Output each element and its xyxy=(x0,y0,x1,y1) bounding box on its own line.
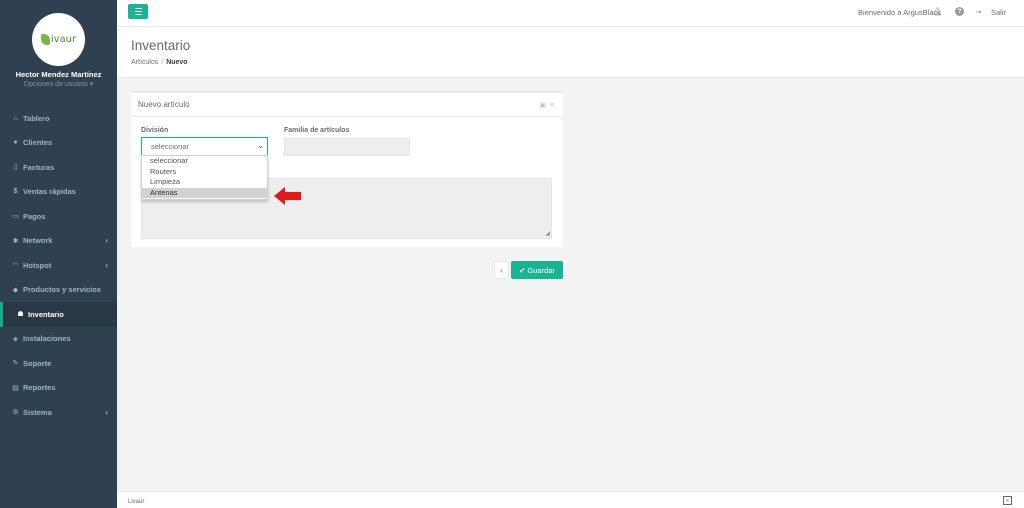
sidebar-item-label: Pagos xyxy=(23,211,46,221)
save-button-label: Guardar xyxy=(527,265,555,275)
chevron-left-icon: ‹ xyxy=(105,236,108,246)
family-label: Familia de artículos xyxy=(284,127,350,134)
sidebar-item-label: Network xyxy=(23,236,53,246)
sidebar-item-soporte[interactable]: ✎ Soporte xyxy=(0,351,117,376)
sidebar-item-label: Reportes xyxy=(23,383,56,393)
user-name: Hector Mendez Martínez xyxy=(15,70,102,79)
sidebar-item-label: Facturas xyxy=(23,162,55,172)
cogs-icon: ⚙ xyxy=(12,409,19,417)
sidebar-item-clientes[interactable]: ● Clientes xyxy=(0,131,117,156)
user-options-dropdown[interactable]: Opciones de usuario ▾ xyxy=(0,80,117,88)
wifi-icon: ◠ xyxy=(12,262,19,270)
help-icon[interactable]: ? xyxy=(955,7,964,16)
panel-header: Nuevo artículo ▣ ✕ xyxy=(131,93,563,117)
back-button[interactable]: ‹ xyxy=(494,261,509,279)
sidebar-item-reportes[interactable]: ▤ Reportes xyxy=(0,376,117,401)
menu-toggle-button[interactable] xyxy=(128,4,148,19)
sidebar-item-label: Tablero xyxy=(23,113,50,123)
sidebar-item-tablero[interactable]: ⌂ Tablero xyxy=(0,106,117,131)
dropdown-option[interactable]: Routers xyxy=(142,167,267,178)
breadcrumb: Artículos / Nuevo xyxy=(131,59,188,66)
red-arrow-annotation xyxy=(274,187,301,205)
brand-logo: ivaur xyxy=(40,34,77,45)
sidebar-item-facturas[interactable]: ▯ Facturas xyxy=(0,155,117,180)
leaf-icon xyxy=(40,34,50,45)
division-select[interactable]: seleccionar ⌄ xyxy=(141,137,268,156)
bell-icon[interactable]: 🔔︎ xyxy=(932,7,942,16)
top-navbar: Bienvenido a ArgusBlack 🔔︎ ? ⇥ Salir xyxy=(117,0,1024,27)
sidebar-item-inventario[interactable]: ☗ Inventario xyxy=(0,302,117,327)
dropdown-option-highlighted[interactable]: Antenas xyxy=(142,187,267,198)
hamburger-icon xyxy=(134,8,142,10)
close-icon[interactable]: ✕ xyxy=(549,101,555,109)
sidebar-item-network[interactable]: ✱ Network ‹ xyxy=(0,229,117,254)
sidebar-item-label: Inventario xyxy=(28,309,64,319)
sign-out-icon[interactable]: ⇥ xyxy=(974,7,983,16)
sidebar: ivaur Hector Mendez Martínez Opciones de… xyxy=(0,0,117,508)
footer: Livaur ≡ xyxy=(117,491,1024,508)
panel-title: Nuevo artículo xyxy=(138,100,190,109)
logout-link[interactable]: Salir xyxy=(991,8,1006,17)
sidebar-item-sistema[interactable]: ⚙ Sistema ‹ xyxy=(0,400,117,425)
dropdown-option[interactable]: seleccionar xyxy=(142,156,267,167)
panel-tools: ▣ ✕ xyxy=(540,101,556,109)
book-icon: ▤ xyxy=(12,384,19,392)
chevron-left-icon: ‹ xyxy=(105,407,108,417)
profile: ivaur Hector Mendez Martínez Opciones de… xyxy=(0,0,117,103)
tags-icon: ◆ xyxy=(12,286,19,294)
network-icon: ✱ xyxy=(12,237,19,245)
sidebar-item-ventas-rapidas[interactable]: $ Ventas rápidas xyxy=(0,180,117,205)
settings-panel-icon[interactable]: ≡ xyxy=(1003,496,1012,505)
save-draft-icon[interactable]: ▣ xyxy=(540,101,547,109)
sidebar-nav: ⌂ Tablero ● Clientes ▯ Facturas $ Ventas… xyxy=(0,106,117,425)
payments-icon: ▭ xyxy=(12,213,19,221)
footer-text: Livaur xyxy=(128,499,145,505)
avatar[interactable]: ivaur xyxy=(32,13,85,66)
dollar-icon: $ xyxy=(13,188,18,196)
division-select-value: seleccionar xyxy=(151,142,189,151)
sidebar-item-label: Clientes xyxy=(23,138,53,148)
sidebar-item-label: Productos y servicios xyxy=(23,285,101,295)
wrench-icon: ✎ xyxy=(12,360,19,368)
sidebar-item-label: Ventas rápidas xyxy=(23,187,76,197)
sidebar-item-instalaciones[interactable]: ◈ Instalaciones xyxy=(0,327,117,352)
division-label: División xyxy=(141,127,169,134)
users-icon: ● xyxy=(13,139,18,147)
resize-handle-icon[interactable]: ◢ xyxy=(545,230,550,237)
installations-icon: ◈ xyxy=(12,335,19,343)
page-heading: Inventario Artículos / Nuevo xyxy=(117,27,1024,78)
sidebar-item-pagos[interactable]: ▭ Pagos xyxy=(0,204,117,229)
inventory-icon: ☗ xyxy=(17,311,24,319)
chevron-down-icon: ⌄ xyxy=(257,141,264,150)
family-field xyxy=(284,138,410,156)
sidebar-item-hotspot[interactable]: ◠ Hotspot ‹ xyxy=(0,253,117,278)
sidebar-item-label: Sistema xyxy=(23,407,52,417)
chevron-left-icon: ‹ xyxy=(105,260,108,270)
dashboard-icon: ⌂ xyxy=(13,114,18,122)
logo-text: ivaur xyxy=(50,34,77,45)
sidebar-item-label: Soporte xyxy=(23,358,52,368)
breadcrumb-current: Nuevo xyxy=(166,59,188,66)
sidebar-item-productos-y-servicios[interactable]: ◆ Productos y servicios xyxy=(0,278,117,303)
invoice-icon: ▯ xyxy=(13,164,18,172)
dropdown-option[interactable]: Limpieza xyxy=(142,177,267,188)
division-dropdown-list: seleccionar Routers Limpieza Antenas xyxy=(141,155,268,200)
save-button[interactable]: ✔ Guardar xyxy=(511,261,563,279)
check-icon: ✔ xyxy=(519,265,526,275)
sidebar-item-label: Instalaciones xyxy=(23,334,71,344)
sidebar-item-label: Hotspot xyxy=(23,260,52,270)
breadcrumb-parent[interactable]: Artículos xyxy=(131,59,158,66)
page-title: Inventario xyxy=(131,38,191,53)
welcome-message: Bienvenido a ArgusBlack xyxy=(858,8,941,17)
